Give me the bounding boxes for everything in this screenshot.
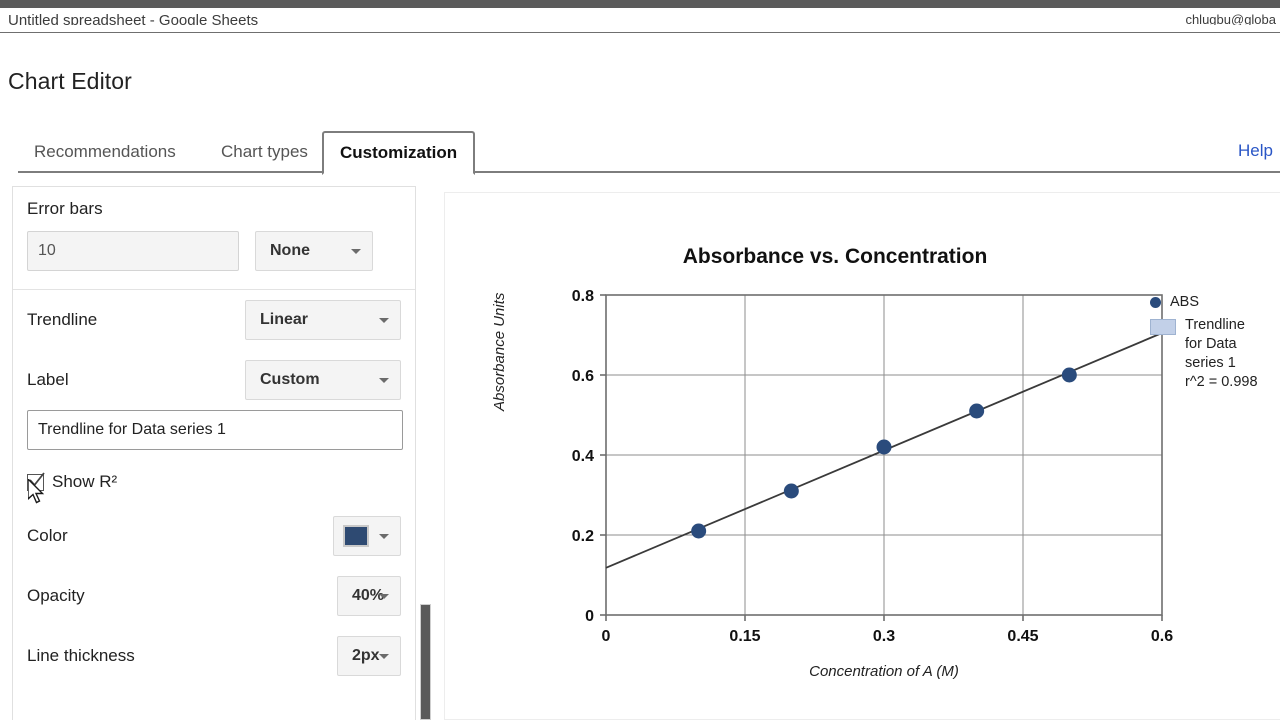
tab-customization[interactable]: Customization [322, 131, 476, 175]
label-row: Label Custom [27, 350, 401, 410]
tab-bar: Recommendations Chart types Customizatio… [0, 131, 1280, 175]
customization-settings-panel: Error bars None Trendline Linear Label [12, 186, 416, 720]
legend-item-series: ABS [1150, 293, 1280, 312]
chevron-down-icon [379, 654, 389, 659]
trendline-label: Trendline [27, 310, 98, 329]
browser-chrome-strip [0, 0, 1280, 8]
trendline-type-select[interactable]: Linear [245, 300, 401, 340]
color-swatch [343, 525, 369, 547]
help-link[interactable]: Help [1238, 141, 1280, 161]
tab-chart-types[interactable]: Chart types [205, 131, 324, 173]
settings-scrollbar-thumb[interactable] [420, 604, 431, 720]
svg-text:0.3: 0.3 [873, 628, 895, 645]
page-title: Chart Editor [8, 68, 132, 94]
chevron-down-icon [379, 594, 389, 599]
svg-text:0.45: 0.45 [1007, 628, 1038, 645]
show-r2-label: Show R² [52, 472, 118, 491]
opacity-value: 40% [352, 587, 385, 604]
chart-legend: ABS Trendline for Data series 1 r^2 = 0.998 [1150, 293, 1280, 396]
chrome-divider [0, 32, 1280, 33]
chart-preview-panel: Absorbance vs. Concentration Absorbance … [444, 192, 1280, 720]
svg-text:0.6: 0.6 [1151, 628, 1173, 645]
show-r2-checkbox[interactable] [27, 471, 45, 491]
line-thickness-select[interactable]: 2px [337, 636, 401, 676]
line-thickness-value: 2px [352, 647, 380, 664]
line-thickness-row: Line thickness 2px [27, 626, 401, 686]
svg-text:0.15: 0.15 [729, 628, 760, 645]
clipped-account-email: chlugbu@globa [1185, 12, 1276, 25]
legend-marker-dot [1150, 297, 1161, 308]
svg-text:0.6: 0.6 [572, 368, 594, 385]
color-row: Color [27, 506, 401, 566]
color-label: Color [27, 526, 68, 545]
legend-marker-swatch [1150, 319, 1176, 335]
opacity-select[interactable]: 40% [337, 576, 401, 616]
legend-item-trendline: Trendline for Data series 1 r^2 = 0.998 [1150, 316, 1280, 392]
legend-label-abs: ABS [1170, 294, 1200, 310]
svg-text:0: 0 [585, 608, 594, 625]
trendline-section: Trendline Linear Label Custom Trendline … [13, 290, 415, 686]
chart-plot: 0 0.2 0.4 0.6 0.8 0 0.15 0.3 0.45 0.6 [572, 288, 1173, 645]
legend-label-trendline: Trendline for Data series 1 r^2 = 0.998 [1185, 317, 1258, 390]
chevron-down-icon [379, 534, 389, 539]
opacity-label: Opacity [27, 586, 85, 605]
svg-text:0.4: 0.4 [572, 448, 594, 465]
trendline-label-input[interactable] [27, 410, 403, 450]
chevron-down-icon [379, 378, 389, 383]
label-type-value: Custom [260, 371, 320, 388]
error-bars-value-input[interactable] [27, 231, 239, 271]
trendline-type-value: Linear [260, 311, 309, 328]
label-type-select[interactable]: Custom [245, 360, 401, 400]
chevron-down-icon [379, 318, 389, 323]
svg-text:0: 0 [602, 628, 611, 645]
opacity-row: Opacity 40% [27, 566, 401, 626]
svg-text:0.8: 0.8 [572, 288, 594, 305]
show-r2-row: Show R² [27, 450, 401, 506]
tab-recommendations[interactable]: Recommendations [18, 131, 192, 173]
error-bars-type-value: None [270, 242, 310, 259]
checkmark-icon [29, 471, 45, 486]
svg-text:0.2: 0.2 [572, 528, 594, 545]
clipped-document-title: Untitled spreadsheet - Google Sheets [8, 12, 259, 25]
chart-editor-screen: Untitled spreadsheet - Google Sheets chl… [0, 0, 1280, 720]
line-thickness-label: Line thickness [27, 646, 135, 665]
chevron-down-icon [351, 249, 361, 254]
error-bars-label: Error bars [27, 199, 103, 218]
browser-chrome-row: Untitled spreadsheet - Google Sheets chl… [0, 8, 1280, 33]
trendline-color-select[interactable] [333, 516, 401, 556]
error-bars-type-select[interactable]: None [255, 231, 373, 271]
label-label: Label [27, 370, 69, 389]
trendline-row: Trendline Linear [27, 290, 401, 350]
error-bars-section: Error bars None [13, 187, 415, 289]
